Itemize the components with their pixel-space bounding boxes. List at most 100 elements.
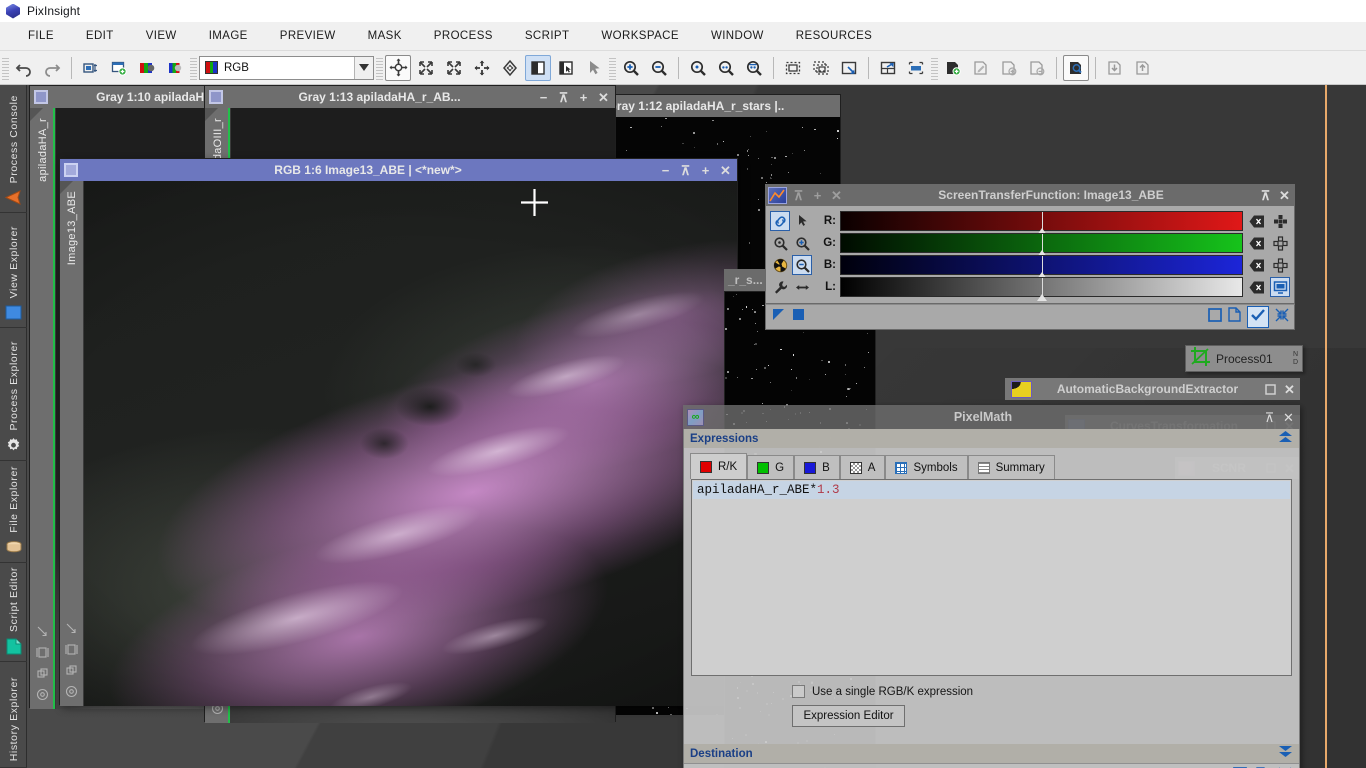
stf-close-button-left[interactable]: ✕: [829, 188, 844, 203]
collapse-icon[interactable]: [1275, 308, 1289, 327]
maximize-window-icon[interactable]: [903, 55, 929, 81]
toolbar-grip-4[interactable]: [609, 55, 616, 80]
magnifier-fit-icon[interactable]: [713, 55, 739, 81]
pixelmath-roll-up-button[interactable]: ⊼: [1262, 410, 1277, 425]
arrow-pointer-icon[interactable]: [581, 55, 607, 81]
window-close-button[interactable]: ✕: [596, 90, 611, 105]
magnifier-window-icon[interactable]: [741, 55, 767, 81]
sidebar-item-history-explorer[interactable]: History Explorer: [0, 662, 27, 768]
stf-close-button[interactable]: ✕: [1277, 188, 1292, 203]
window-minimize-button[interactable]: −: [536, 90, 551, 105]
wrench-icon[interactable]: [770, 277, 790, 297]
window-maximize-button[interactable]: +: [698, 163, 713, 178]
window-restore-button[interactable]: ⊼: [556, 90, 571, 105]
stf-slider-b[interactable]: [840, 255, 1243, 279]
toolbar-grip-3[interactable]: [376, 55, 383, 80]
pixelmath-close-button[interactable]: ✕: [1281, 410, 1296, 425]
zoom-in-icon[interactable]: [792, 233, 812, 253]
expressions-section-header[interactable]: Expressions: [684, 429, 1299, 448]
view-side-label[interactable]: Image13_ABE: [60, 181, 84, 706]
sidebar-item-process-explorer[interactable]: Process Explorer: [0, 328, 27, 461]
menu-mask[interactable]: MASK: [358, 26, 412, 46]
toolbar-grip-5[interactable]: [931, 55, 938, 80]
stf-slider-r[interactable]: [840, 211, 1243, 235]
screen-monitor-icon[interactable]: [1270, 277, 1290, 297]
abe-titlebar[interactable]: AutomaticBackgroundExtractor ✕: [1005, 378, 1300, 400]
diamond-arrows-icon[interactable]: [497, 55, 523, 81]
sidebar-item-view-explorer[interactable]: View Explorer: [0, 213, 27, 328]
stf-slider-g[interactable]: [840, 233, 1243, 257]
reset-channel-icon[interactable]: [1247, 277, 1267, 297]
menu-process[interactable]: PROCESS: [424, 26, 503, 46]
stf-restore-button[interactable]: ⊼: [791, 188, 806, 203]
sidebar-item-process-console[interactable]: Process Console: [0, 85, 27, 213]
toolbar-grip-2[interactable]: [190, 55, 197, 80]
move-sliders-icon[interactable]: [1270, 211, 1290, 231]
toolbar-grip[interactable]: [2, 55, 9, 80]
menu-image[interactable]: IMAGE: [199, 26, 258, 46]
window-minimize-button[interactable]: −: [658, 163, 673, 178]
extract-channels-icon[interactable]: [162, 55, 188, 81]
zoom-readout-icon[interactable]: [770, 233, 790, 253]
automatic-background-extractor-window[interactable]: AutomaticBackgroundExtractor ✕: [1005, 378, 1300, 400]
expression-editor-textarea[interactable]: apiladaHA_r_ABE* 1.3: [691, 479, 1292, 676]
redo-button[interactable]: [39, 55, 65, 81]
menu-script[interactable]: SCRIPT: [515, 26, 580, 46]
pixelmath-window[interactable]: PixelMath ⊼ ✕ Expressions R/K: [683, 405, 1300, 768]
browse-documentation-icon[interactable]: [1228, 307, 1241, 327]
abe-restore-button[interactable]: [1263, 382, 1278, 397]
tab-summary[interactable]: Summary: [967, 455, 1055, 479]
magnifier-1to1-icon[interactable]: [685, 55, 711, 81]
window-titlebar[interactable]: Gray 1:13 apiladaHA_r_AB... − ⊼ + ✕: [205, 86, 615, 108]
dashed-rect-icon[interactable]: [780, 55, 806, 81]
apply-triangle-icon[interactable]: [771, 307, 786, 327]
stf-midtone-handle[interactable]: [1036, 294, 1047, 301]
mask-add-icon[interactable]: [940, 55, 966, 81]
mask-edit-icon[interactable]: [968, 55, 994, 81]
chevron-down-icon[interactable]: [354, 56, 373, 79]
reset-channel-icon[interactable]: [1247, 255, 1267, 275]
accept-check-icon[interactable]: [1247, 306, 1269, 328]
arrow-pointer-icon[interactable]: [792, 211, 812, 231]
reset-channel-icon[interactable]: [1247, 211, 1267, 231]
fit-view-icon[interactable]: [413, 55, 439, 81]
radioactive-icon[interactable]: [770, 255, 790, 275]
stf-roll-up-button[interactable]: ⊼: [1258, 188, 1273, 203]
section-expand-down-icon[interactable]: [1278, 746, 1293, 761]
tab-b[interactable]: B: [794, 455, 840, 479]
move-sliders-icon[interactable]: [1270, 255, 1290, 275]
collapse-arrows-icon[interactable]: [441, 55, 467, 81]
tab-rk[interactable]: R/K: [690, 453, 748, 479]
pan-crosshair-icon[interactable]: [385, 54, 411, 81]
readout-cursor-icon[interactable]: [553, 55, 579, 81]
shrink-arrows-icon[interactable]: [469, 55, 495, 81]
sidebar-item-script-editor[interactable]: Script Editor: [0, 563, 27, 662]
menu-resources[interactable]: RESOURCES: [786, 26, 882, 46]
duplicate-window-icon[interactable]: [106, 55, 132, 81]
menu-view[interactable]: VIEW: [136, 26, 187, 46]
window-restore-button[interactable]: ⊼: [678, 163, 693, 178]
reset-channel-icon[interactable]: [1247, 233, 1267, 253]
anchor-arrow-icon[interactable]: [836, 55, 862, 81]
process-icon-process01[interactable]: Process01 ND: [1185, 345, 1303, 372]
menu-file[interactable]: FILE: [18, 26, 64, 46]
pixelmath-titlebar[interactable]: PixelMath ⊼ ✕: [683, 405, 1300, 429]
mask-plus-icon[interactable]: [996, 55, 1022, 81]
abe-close-button[interactable]: ✕: [1282, 382, 1297, 397]
menu-window[interactable]: WINDOW: [701, 26, 774, 46]
color-space-combo[interactable]: RGB: [199, 55, 374, 80]
window-close-button[interactable]: ✕: [718, 163, 733, 178]
tab-symbols[interactable]: Symbols: [885, 455, 968, 479]
mask-up-icon[interactable]: [1130, 55, 1156, 81]
mask-invert-icon[interactable]: [1024, 55, 1050, 81]
expression-line[interactable]: apiladaHA_r_ABE* 1.3: [693, 481, 1290, 499]
magnifier-plus-icon[interactable]: [618, 55, 644, 81]
menu-preview[interactable]: PREVIEW: [270, 26, 346, 46]
image-canvas[interactable]: [84, 181, 737, 706]
zoom-out-icon[interactable]: [792, 255, 812, 275]
mask-down-icon[interactable]: [1102, 55, 1128, 81]
menu-workspace[interactable]: WORKSPACE: [591, 26, 689, 46]
window-rgb-1-6[interactable]: RGB 1:6 Image13_ABE | <*new*> − ⊼ + ✕ Im…: [59, 158, 738, 706]
tile-windows-icon[interactable]: [875, 55, 901, 81]
sidebar-item-file-explorer[interactable]: File Explorer: [0, 461, 27, 563]
